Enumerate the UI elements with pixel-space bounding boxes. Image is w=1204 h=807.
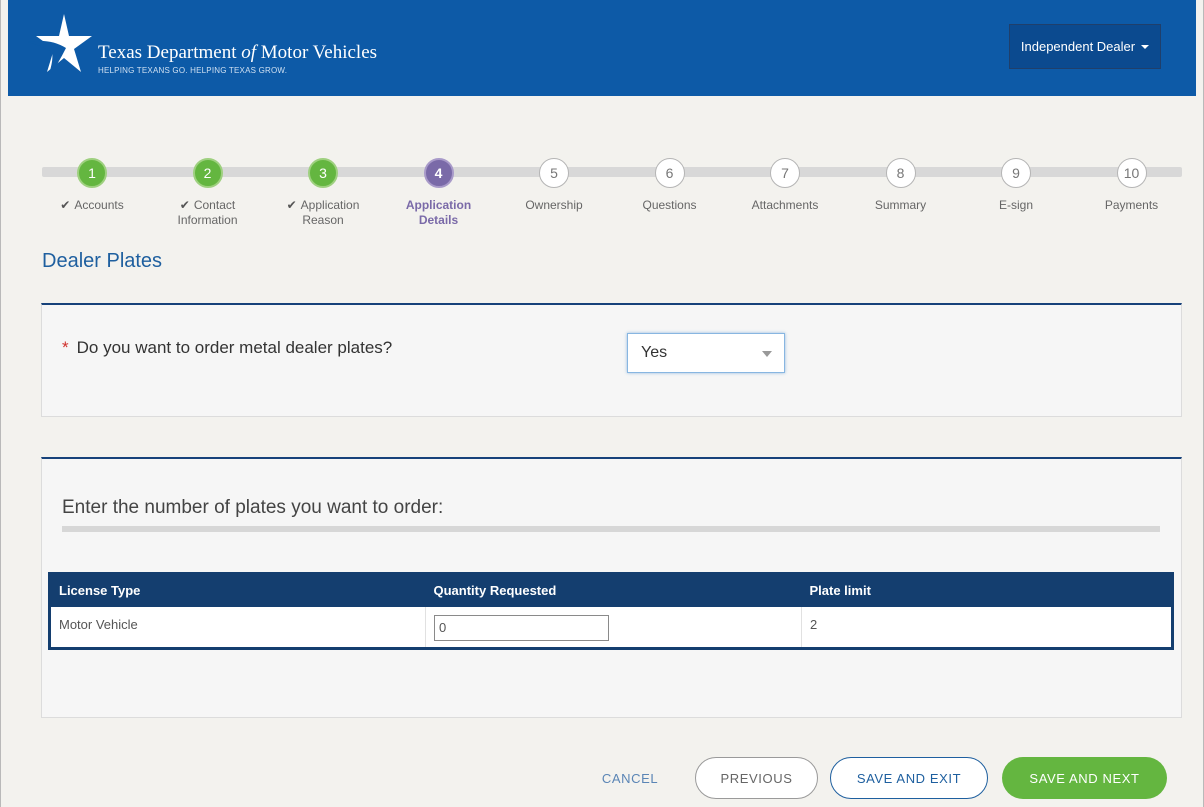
metal-plates-select-value: Yes	[641, 344, 668, 361]
step-number: 10	[1116, 158, 1147, 188]
required-marker: *	[62, 338, 69, 357]
step-7: 7 Attachments	[735, 158, 835, 213]
step-label-line1: Attachments	[751, 198, 819, 212]
divider	[62, 526, 1160, 532]
agency-title-of: of	[241, 42, 257, 63]
page-title: Dealer Plates	[42, 250, 163, 272]
step-label: E-sign	[966, 198, 1066, 213]
step-3[interactable]: 3 ✔ Application Reason	[273, 158, 373, 228]
step-number: 1	[77, 158, 107, 188]
step-1[interactable]: 1 ✔ Accounts	[42, 158, 142, 213]
step-label-line2: Details	[418, 213, 459, 227]
step-label: Summary	[851, 198, 951, 213]
step-label-line2: Reason	[302, 213, 344, 227]
metal-plates-select[interactable]: Yes	[627, 333, 785, 373]
chevron-down-icon	[762, 351, 772, 357]
step-label-line1: Questions	[642, 198, 697, 212]
agency-tagline: HELPING TEXANS GO. HELPING TEXAS GROW.	[98, 66, 288, 75]
plate-limit-cell: 2	[810, 616, 818, 632]
step-label: ✔ Accounts	[42, 198, 142, 213]
step-label-line1: Application	[405, 198, 472, 212]
step-8: 8 Summary	[851, 158, 951, 213]
step-label-line1: Accounts	[74, 198, 124, 212]
plates-question-text: Do you want to order metal dealer plates…	[76, 338, 393, 357]
step-label-line1: Application	[300, 198, 360, 212]
plates-instruction: Enter the number of plates you want to o…	[62, 497, 444, 518]
quantity-cell	[425, 606, 802, 649]
step-label-line1: Contact	[193, 198, 236, 212]
step-label: Ownership	[504, 198, 604, 213]
step-number: 2	[192, 158, 223, 188]
step-label: Questions	[620, 198, 720, 213]
caret-down-icon	[1141, 44, 1150, 49]
txdmv-star-logo[interactable]	[28, 14, 92, 84]
column-header-plate-limit: Plate limit	[801, 573, 1173, 607]
account-menu-label: Independent Dealer	[1020, 39, 1136, 54]
step-label-line1: Ownership	[525, 198, 583, 212]
check-icon: ✔	[286, 198, 297, 212]
cancel-button[interactable]: CANCEL	[580, 757, 680, 799]
previous-button[interactable]: PREVIOUS	[695, 757, 818, 799]
step-2[interactable]: 2 ✔ Contact Information	[158, 158, 258, 228]
step-5: 5 Ownership	[504, 158, 604, 213]
plates-table: License Type Quantity Requested Plate li…	[48, 572, 1174, 650]
step-label-line1: Payments	[1104, 198, 1159, 212]
account-menu-button[interactable]: Independent Dealer	[1009, 24, 1161, 69]
site-header: Texas Department of Motor Vehicles HELPI…	[8, 0, 1196, 96]
step-label: Attachments	[735, 198, 835, 213]
step-10: 10 Payments	[1082, 158, 1182, 213]
step-number: 3	[308, 158, 338, 188]
save-and-exit-button[interactable]: SAVE AND EXIT	[830, 757, 988, 799]
license-type-cell: Motor Vehicle	[49, 606, 426, 649]
step-label-line2: Information	[177, 213, 238, 227]
check-icon: ✔	[60, 198, 71, 212]
quantity-requested-input[interactable]	[434, 614, 609, 641]
plates-question-panel: * Do you want to order metal dealer plate…	[41, 303, 1182, 417]
step-label: Application Details	[389, 198, 489, 228]
column-header-quantity: Quantity Requested	[425, 573, 802, 607]
step-number: 9	[1001, 158, 1031, 188]
plates-question: * Do you want to order metal dealer plate…	[62, 338, 392, 358]
step-number: 4	[423, 158, 454, 188]
step-label-line1: E-sign	[998, 198, 1033, 212]
step-number: 6	[654, 158, 685, 188]
step-number: 7	[770, 158, 800, 188]
agency-title-post: Motor Vehicles	[256, 42, 378, 63]
plates-quantity-panel: Enter the number of plates you want to o…	[41, 457, 1182, 718]
save-and-next-button[interactable]: SAVE AND NEXT	[1002, 757, 1167, 799]
step-label: ✔ Contact Information	[158, 198, 258, 228]
step-label-line1: Summary	[874, 198, 927, 212]
step-6: 6 Questions	[620, 158, 720, 213]
column-header-license-type: License Type	[49, 573, 426, 607]
table-header-row: License Type Quantity Requested Plate li…	[49, 573, 1173, 607]
table-row: Motor Vehicle 2	[49, 606, 1173, 649]
check-icon: ✔	[179, 198, 190, 212]
agency-title[interactable]: Texas Department of Motor Vehicles	[98, 42, 377, 64]
step-label: Payments	[1082, 198, 1182, 213]
step-9: 9 E-sign	[966, 158, 1066, 213]
agency-title-pre: Texas Department	[98, 42, 242, 63]
step-4: 4 Application Details	[389, 158, 489, 228]
step-label: ✔ Application Reason	[273, 198, 373, 228]
step-number: 5	[539, 158, 569, 188]
step-number: 8	[885, 158, 916, 188]
